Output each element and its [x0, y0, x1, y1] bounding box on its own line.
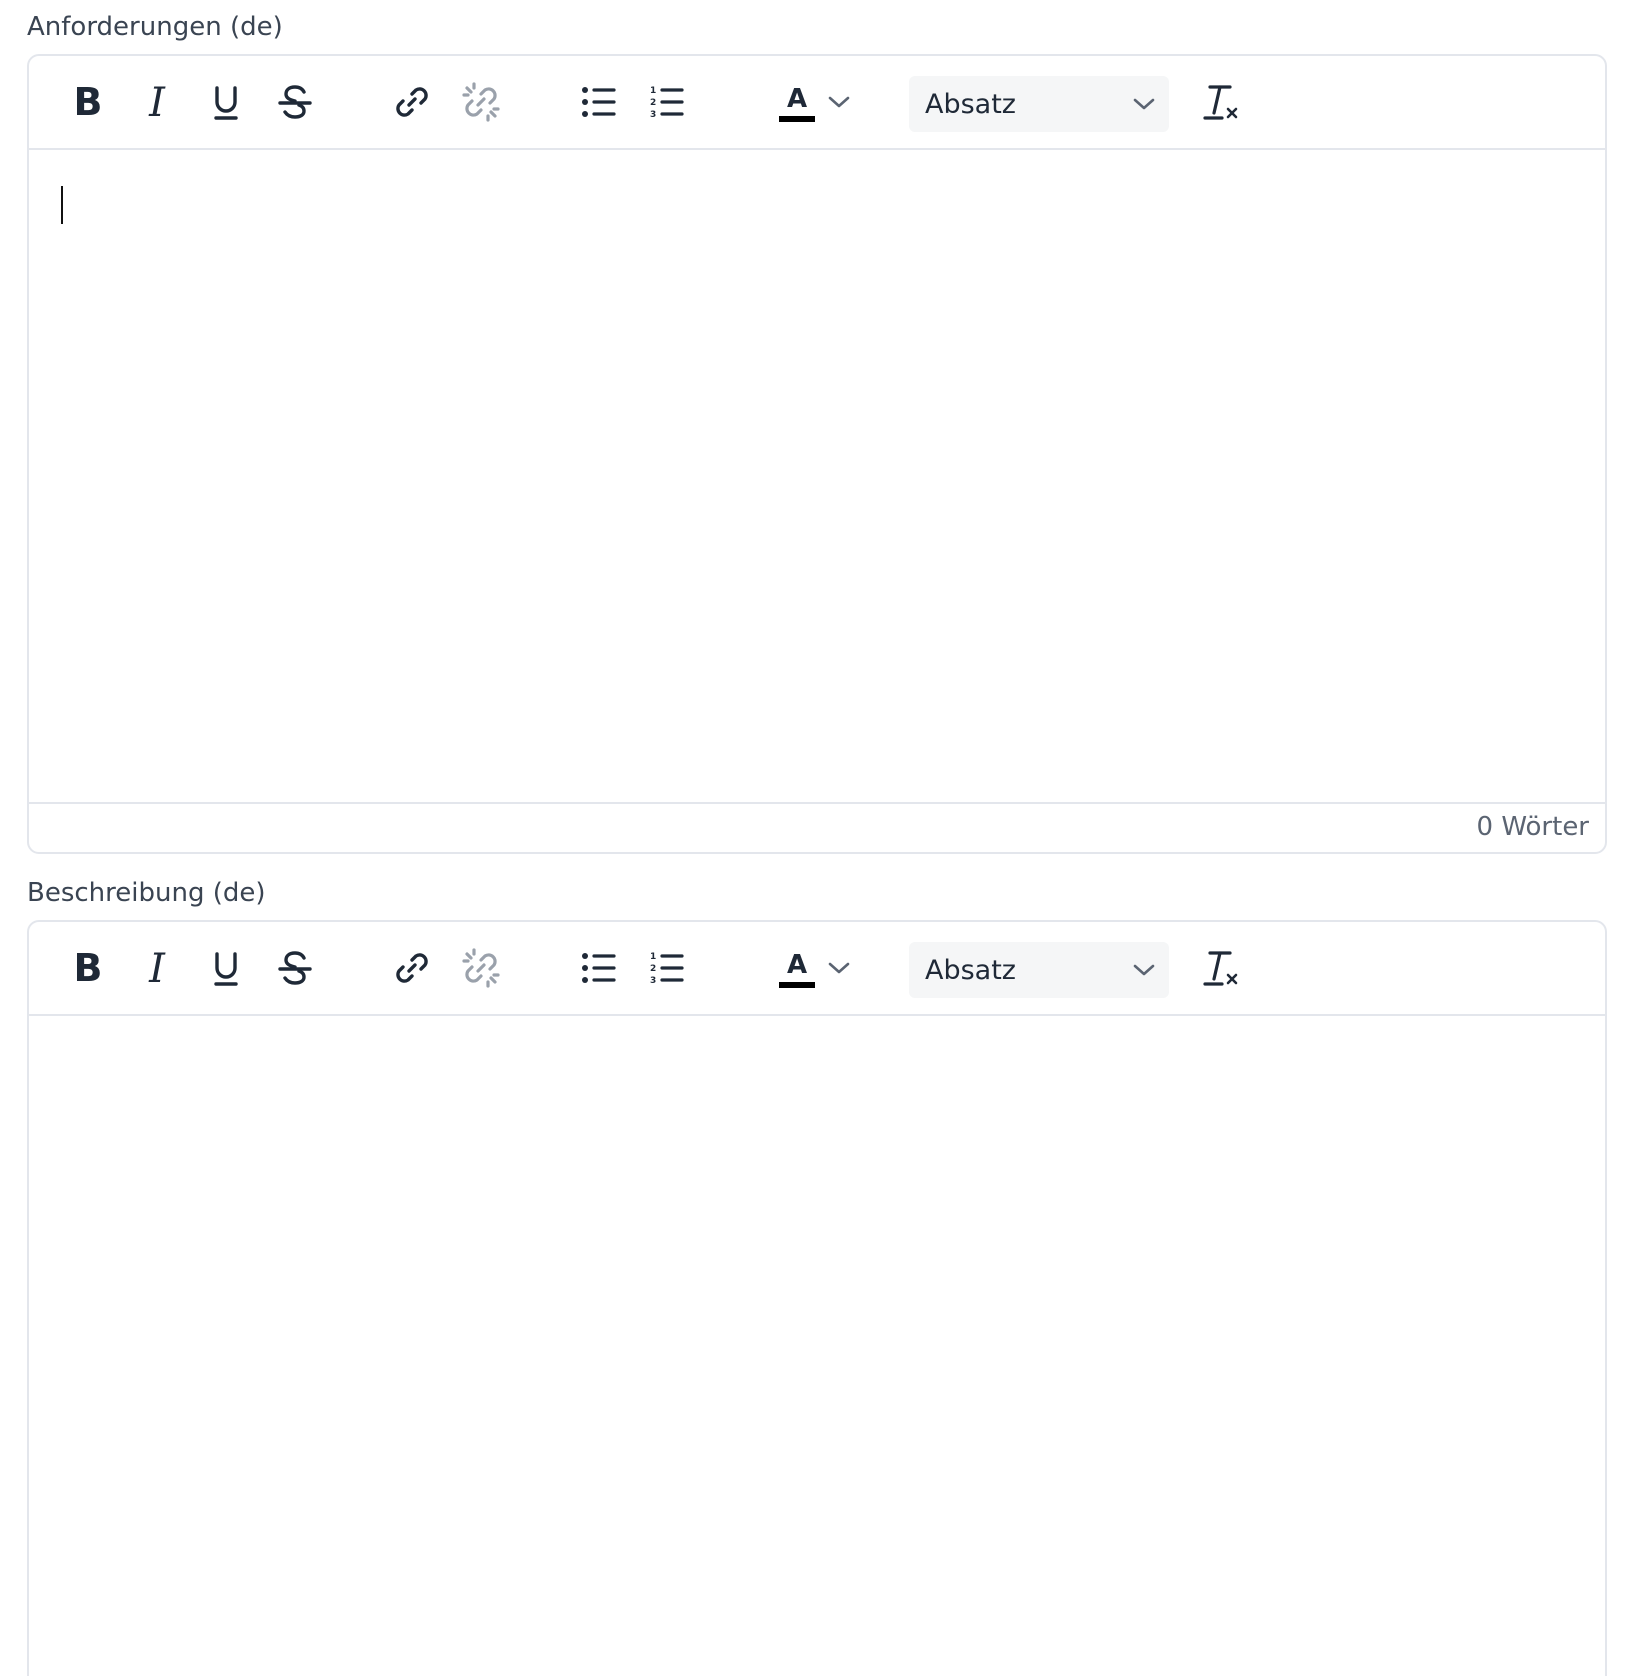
field-label: Anforderungen (de) — [27, 12, 283, 42]
bullet-list-icon — [582, 953, 616, 983]
editor-content[interactable] — [29, 150, 1605, 802]
svg-text:A: A — [787, 950, 807, 980]
text-color-button[interactable]: A — [773, 78, 821, 126]
numbered-list-button[interactable]: 1 2 3 — [643, 78, 691, 126]
field-beschreibung: Beschreibung (de) B I 1 2 3 A Absatz — [27, 866, 1607, 1676]
text-color-icon: A — [779, 950, 815, 988]
text-color-dropdown[interactable] — [824, 78, 854, 126]
strikethrough-icon — [278, 85, 312, 119]
block-format-value: Absatz — [925, 88, 1016, 120]
text-color-icon: A — [779, 84, 815, 122]
svg-text:I: I — [148, 948, 166, 988]
chevron-down-icon — [1133, 98, 1155, 110]
chevron-down-icon — [828, 962, 850, 974]
block-format-value: Absatz — [925, 954, 1016, 986]
italic-icon: I — [148, 948, 166, 988]
unlink-icon — [462, 82, 500, 122]
clear-formatting-button[interactable] — [1198, 944, 1246, 992]
underline-button[interactable] — [202, 944, 250, 992]
editor-toolbar: B I 1 2 3 A Absatz — [29, 56, 1605, 150]
italic-icon: I — [148, 82, 166, 122]
word-count: 0 Wörter — [1476, 812, 1589, 842]
clear-formatting-icon — [1203, 951, 1238, 986]
strikethrough-icon — [278, 951, 312, 985]
rich-text-editor: B I — [27, 54, 1607, 854]
clear-formatting-button[interactable] — [1198, 78, 1246, 126]
bullet-list-icon — [582, 87, 616, 117]
underline-button[interactable] — [202, 78, 250, 126]
editor-content[interactable] — [29, 1016, 1605, 1676]
svg-text:3: 3 — [650, 110, 656, 120]
svg-text:A: A — [787, 84, 807, 114]
chevron-down-icon — [828, 96, 850, 108]
link-icon — [396, 87, 428, 117]
svg-text:B: B — [74, 82, 103, 122]
unlink-button[interactable] — [457, 78, 505, 126]
rich-text-editor: B I — [27, 920, 1607, 1676]
svg-text:B: B — [74, 948, 103, 988]
chevron-down-icon — [1133, 964, 1155, 976]
text-color-dropdown[interactable] — [824, 944, 854, 992]
svg-text:I: I — [148, 82, 166, 122]
text-color-button[interactable]: A — [773, 944, 821, 992]
italic-button[interactable]: I — [133, 78, 181, 126]
svg-text:1: 1 — [650, 86, 656, 96]
unlink-icon — [462, 948, 500, 988]
field-label: Beschreibung (de) — [27, 878, 266, 908]
numbered-list-icon: 1 2 3 — [650, 86, 684, 120]
page: Anforderungen (de) B I 1 2 3 A Absatz 0 … — [0, 0, 1632, 1676]
block-format-select[interactable]: Absatz — [909, 942, 1169, 998]
clear-formatting-icon — [1203, 85, 1238, 120]
underline-icon — [214, 952, 238, 986]
bullet-list-button[interactable] — [575, 944, 623, 992]
bullet-list-button[interactable] — [575, 78, 623, 126]
numbered-list-button[interactable]: 1 2 3 — [643, 944, 691, 992]
block-format-select[interactable]: Absatz — [909, 76, 1169, 132]
svg-text:2: 2 — [650, 964, 656, 974]
field-anforderungen: Anforderungen (de) B I 1 2 3 A Absatz 0 … — [27, 0, 1607, 854]
text-caret — [61, 186, 63, 224]
link-button[interactable] — [388, 944, 436, 992]
strikethrough-button[interactable] — [271, 944, 319, 992]
bold-icon: B — [74, 82, 103, 122]
numbered-list-icon: 1 2 3 — [650, 952, 684, 986]
svg-text:1: 1 — [650, 952, 656, 962]
editor-statusbar: 0 Wörter — [29, 802, 1605, 850]
link-button[interactable] — [388, 78, 436, 126]
strikethrough-button[interactable] — [271, 78, 319, 126]
bold-button[interactable]: B — [64, 78, 112, 126]
italic-button[interactable]: I — [133, 944, 181, 992]
svg-text:3: 3 — [650, 976, 656, 986]
bold-button[interactable]: B — [64, 944, 112, 992]
unlink-button[interactable] — [457, 944, 505, 992]
bold-icon: B — [74, 948, 103, 988]
svg-text:2: 2 — [650, 98, 656, 108]
link-icon — [396, 953, 428, 983]
underline-icon — [214, 86, 238, 120]
editor-toolbar: B I 1 2 3 A Absatz — [29, 922, 1605, 1016]
